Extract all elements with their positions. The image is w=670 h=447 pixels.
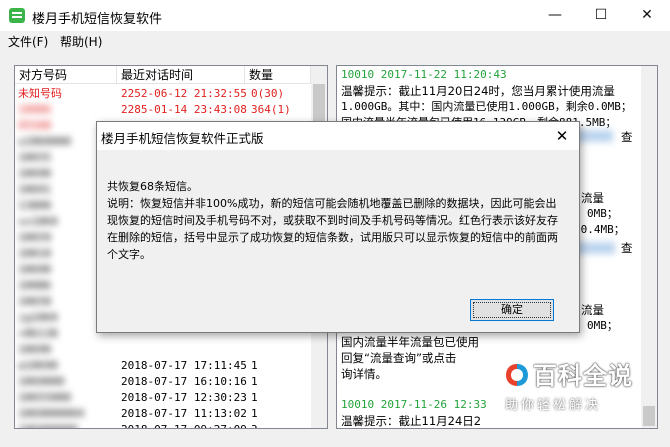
- table-cell-time: 2018-07-17 09:27:09: [121, 422, 247, 428]
- window-title: 楼月手机短信恢复软件: [32, 12, 163, 27]
- watermark-title: 百科全说: [533, 362, 633, 390]
- message-line: 国内流量半年流量包已使用: [341, 335, 479, 349]
- table-cell-count: 3: [251, 422, 258, 428]
- column-header-number[interactable]: 对方号码: [15, 66, 117, 84]
- dialog-close-button[interactable]: ✕: [547, 122, 577, 150]
- table-row[interactable]: 1069000 2018-07-17 16:10:16 1: [15, 374, 310, 390]
- dialog-description: 说明：恢复短信并非100%成功，新的短信可能会随机地覆盖已删除的数据块，因此可能…: [107, 197, 558, 261]
- close-button[interactable]: ✕: [624, 0, 670, 31]
- table-cell-count: 1: [251, 359, 258, 372]
- table-cell-number: u1860000: [18, 135, 71, 148]
- table-cell-number: 10690: [18, 167, 52, 180]
- table-cell-number: a10690: [18, 359, 58, 372]
- table-cell-number: 10659: [18, 231, 52, 244]
- maximize-button[interactable]: ☐: [578, 0, 624, 31]
- table-cell-number: jg1069: [18, 311, 58, 324]
- message-scrollbar-thumb[interactable]: [643, 406, 655, 426]
- table-cell-number: +86138: [18, 327, 58, 340]
- table-cell-count: 1: [251, 375, 258, 388]
- table-cell-number: 10690: [18, 343, 52, 356]
- table-cell-number: sx1069: [18, 215, 58, 228]
- table-cell-number: 10086: [18, 103, 52, 116]
- table-cell-count: 0(30): [251, 87, 285, 100]
- table-row[interactable]: 1069000004 2018-07-17 11:13:02 1: [15, 406, 310, 422]
- message-line: 0MB；: [587, 207, 618, 220]
- table-cell-number: 10086: [18, 279, 52, 292]
- table-cell-number: 10010: [18, 247, 52, 260]
- table-cell-number: 106900000: [18, 422, 78, 428]
- table-cell-number: 1069000: [18, 375, 65, 388]
- table-cell-number: 13800: [18, 199, 52, 212]
- table-cell-time: 2018-07-17 17:11:45: [121, 359, 247, 372]
- message-line: 0MB；: [587, 319, 618, 332]
- table-cell-number: 10690: [18, 263, 52, 276]
- table-cell-number: 10655: [18, 151, 52, 164]
- info-dialog: 楼月手机短信恢复软件正式版 ✕ 共恢复68条短信。 说明：恢复短信并非100%成…: [96, 121, 580, 333]
- dialog-title: 楼月手机短信恢复软件正式版: [101, 131, 264, 146]
- message-header: 10010 2017-11-22 11:20:43: [341, 68, 507, 81]
- message-line: 回复“流量查询”或点击: [341, 351, 457, 365]
- table-cell-time: 2018-07-17 16:10:16: [121, 375, 247, 388]
- message-line: 60.4MB；: [574, 223, 625, 236]
- message-line: 查: [621, 130, 633, 144]
- table-cell-number: 未知号码: [18, 87, 62, 100]
- message-scrollbar[interactable]: [641, 66, 657, 428]
- table-cell-number: 10655000: [18, 391, 71, 404]
- message-line: 流量: [581, 303, 604, 317]
- message-line: 温馨提示：截止11月20日24时，您当月累计使用流量: [341, 84, 615, 98]
- table-cell-number: 10691: [18, 183, 52, 196]
- message-line: 流量: [581, 191, 604, 205]
- column-header-time[interactable]: 最近对话时间: [117, 66, 245, 84]
- minimize-button[interactable]: —: [532, 0, 578, 31]
- table-row[interactable]: 10086 2285-01-14 23:43:08 364(1): [15, 102, 310, 118]
- table-cell-time: 2252-06-12 21:32:55: [121, 87, 247, 100]
- message-line: 1.000GB。其中：国内流量已使用1.000GB，剩余0.0MB；: [341, 100, 632, 113]
- table-cell-time: 2018-07-17 12:30:23: [121, 391, 247, 404]
- table-cell-number: 95588: [18, 119, 52, 132]
- table-cell-time: 2285-01-14 23:43:08: [121, 103, 247, 116]
- table-cell-number: 1069000004: [18, 407, 85, 420]
- message-header: 10010 2017-11-26 12:33: [341, 398, 487, 411]
- table-row[interactable]: 106900000 2018-07-17 09:27:09 3: [15, 422, 310, 428]
- menu-help[interactable]: 帮助(H): [60, 33, 102, 50]
- column-header-count[interactable]: 数量: [245, 66, 311, 84]
- table-cell-count: 1: [251, 407, 258, 420]
- table-row[interactable]: 未知号码 2252-06-12 21:32:55 0(30): [15, 86, 310, 102]
- dialog-summary: 共恢复68条短信。: [107, 180, 198, 193]
- message-line: 询详情。: [341, 367, 387, 381]
- message-line: 查: [621, 241, 633, 255]
- table-row[interactable]: a10690 2018-07-17 17:11:45 1: [15, 358, 310, 374]
- message-line: 温馨提示：截止11月24日2: [341, 414, 482, 428]
- dialog-message: 共恢复68条短信。 说明：恢复短信并非100%成功，新的短信可能会随机地覆盖已删…: [107, 178, 561, 263]
- table-cell-count: 364(1): [251, 103, 291, 116]
- table-row[interactable]: 10655000 2018-07-17 12:30:23 1: [15, 390, 310, 406]
- table-row[interactable]: 10690: [15, 342, 310, 358]
- menu-file[interactable]: 文件(F): [8, 33, 48, 50]
- table-cell-time: 2018-07-17 11:13:02: [121, 407, 247, 420]
- watermark-subtitle: 助你轻松解决: [505, 398, 602, 413]
- table-cell-count: 1: [251, 391, 258, 404]
- ok-button[interactable]: 确定: [470, 299, 554, 321]
- table-cell-number: 10658: [18, 295, 52, 308]
- app-message-icon: [9, 8, 25, 23]
- watermark-logo-icon: [506, 364, 528, 386]
